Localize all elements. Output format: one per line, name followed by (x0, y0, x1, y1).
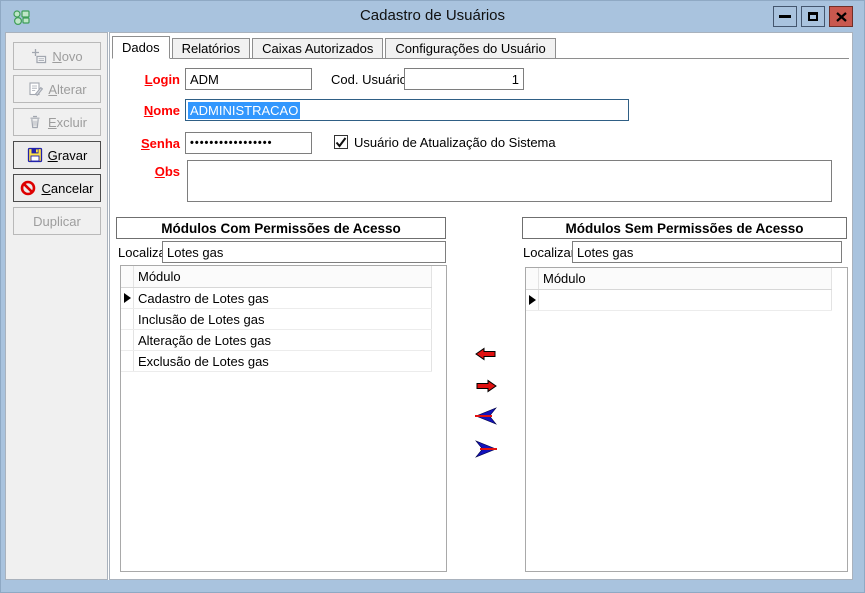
tabbar: Dados Relatórios Caixas Autorizados Conf… (112, 36, 849, 59)
excluir-label: Excluir (48, 115, 87, 130)
duplicar-button[interactable]: Duplicar (13, 207, 101, 235)
cadastro-usuarios-window: Cadastro de Usuários Novo (0, 0, 865, 593)
excluir-button[interactable]: Excluir (13, 108, 101, 136)
cancelar-label: Cancelar (41, 181, 93, 196)
right-modules-grid: Módulo (525, 267, 848, 572)
login-label: Login (110, 72, 180, 87)
right-panel-title: Módulos Sem Permissões de Acesso (522, 217, 847, 239)
senha-input[interactable] (185, 132, 312, 154)
left-grid-row-1[interactable]: Inclusão de Lotes gas (121, 309, 432, 330)
right-localizar-input[interactable] (572, 241, 842, 263)
sidebar: Novo Alterar Excluir Gravar (5, 32, 108, 580)
minimize-icon (779, 15, 791, 18)
cod-usuario-label: Cod. Usuário (331, 72, 407, 87)
atualizacao-sistema-checkbox[interactable] (334, 135, 348, 149)
edit-icon (27, 81, 43, 97)
main-panel: Dados Relatórios Caixas Autorizados Conf… (109, 32, 853, 580)
close-button[interactable] (829, 6, 853, 27)
red-left-arrow-icon (475, 347, 497, 361)
blue-sweep-right-arrow-icon (475, 440, 497, 458)
left-modules-grid: Módulo Cadastro de Lotes gas Inclusão de… (120, 265, 447, 572)
duplicar-label: Duplicar (33, 214, 81, 229)
tab-configuracoes-usuario[interactable]: Configurações do Usuário (385, 38, 555, 58)
left-grid-column-header: Módulo (134, 266, 432, 287)
tab-relatorios[interactable]: Relatórios (172, 38, 251, 58)
red-right-arrow-icon (475, 379, 497, 393)
novo-button[interactable]: Novo (13, 42, 101, 70)
window-controls (773, 6, 853, 27)
check-icon (335, 137, 347, 148)
move-all-right-button[interactable] (474, 440, 498, 460)
new-record-icon (31, 48, 47, 64)
move-all-left-button[interactable] (474, 407, 498, 427)
row-selector-icon (529, 295, 536, 305)
nome-selected-text: ADMINISTRACAO (188, 102, 300, 119)
novo-label: Novo (52, 49, 82, 64)
window-body: Novo Alterar Excluir Gravar (5, 32, 853, 580)
obs-label: Obs (110, 164, 180, 179)
blue-sweep-left-arrow-icon (475, 407, 497, 425)
left-grid-row-2[interactable]: Alteração de Lotes gas (121, 330, 432, 351)
tab-dados[interactable]: Dados (112, 36, 170, 59)
tab-caixas-autorizados[interactable]: Caixas Autorizados (252, 38, 383, 58)
left-localizar-input[interactable] (162, 241, 446, 263)
gravar-label: Gravar (48, 148, 88, 163)
gravar-button[interactable]: Gravar (13, 141, 101, 169)
left-grid-row-3[interactable]: Exclusão de Lotes gas (121, 351, 432, 372)
nome-label: Nome (110, 103, 180, 118)
alterar-button[interactable]: Alterar (13, 75, 101, 103)
login-input[interactable] (185, 68, 312, 90)
cod-usuario-input[interactable] (404, 68, 524, 90)
move-selected-right-button[interactable] (474, 377, 498, 397)
atualizacao-sistema-label: Usuário de Atualização do Sistema (354, 135, 556, 150)
right-grid-row-0[interactable] (526, 290, 832, 311)
cancelar-button[interactable]: Cancelar (13, 174, 101, 202)
maximize-icon (808, 12, 818, 21)
trash-icon (27, 114, 43, 130)
minimize-button[interactable] (773, 6, 797, 27)
right-grid-column-header: Módulo (539, 268, 832, 289)
move-selected-left-button[interactable] (474, 345, 498, 365)
row-selector-icon (124, 293, 131, 303)
left-panel-title: Módulos Com Permissões de Acesso (116, 217, 446, 239)
cancel-icon (20, 180, 36, 196)
titlebar: Cadastro de Usuários (1, 1, 864, 32)
window-title: Cadastro de Usuários (1, 7, 864, 24)
obs-textarea[interactable] (187, 160, 832, 202)
left-grid-row-0[interactable]: Cadastro de Lotes gas (121, 288, 432, 309)
left-grid-header: Módulo (121, 266, 432, 288)
alterar-label: Alterar (48, 82, 86, 97)
maximize-button[interactable] (801, 6, 825, 27)
right-grid-header: Módulo (526, 268, 832, 290)
senha-label: Senha (110, 136, 180, 151)
nome-input[interactable]: ADMINISTRACAO (185, 99, 629, 121)
close-icon (836, 12, 847, 22)
save-floppy-icon (27, 147, 43, 163)
right-localizar-label: Localizar (523, 245, 575, 260)
